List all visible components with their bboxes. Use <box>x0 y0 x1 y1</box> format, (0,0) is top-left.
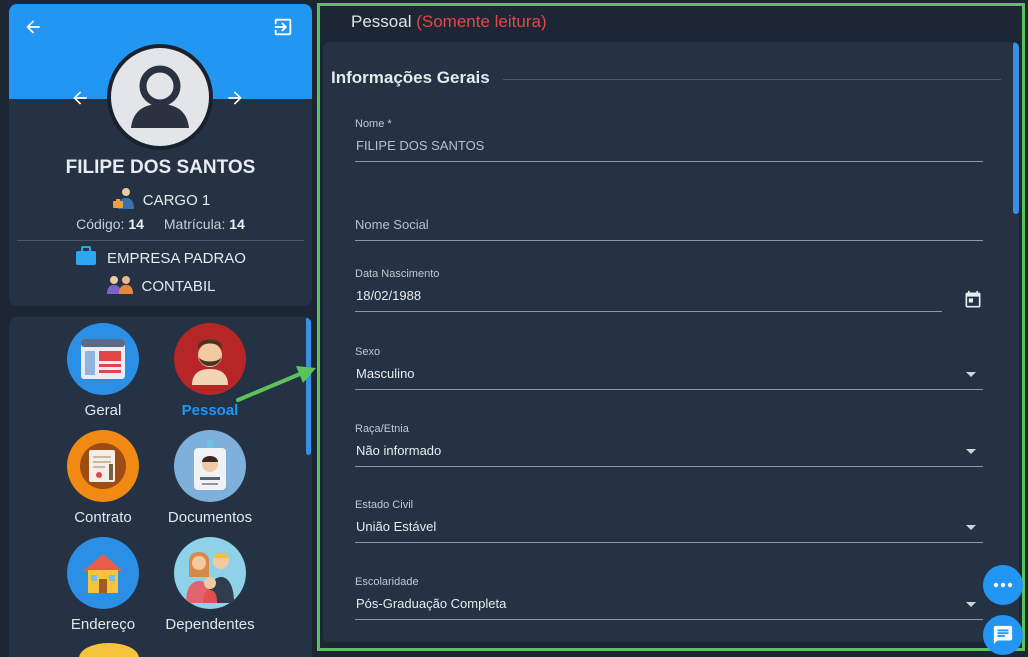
menu-label-geral: Geral <box>84 402 122 419</box>
calendar-icon[interactable] <box>961 288 985 312</box>
escolaridade-select[interactable]: Escolaridade Pós-Graduação Completa <box>355 576 983 620</box>
group-divider <box>503 79 1001 80</box>
nome-label: Nome * <box>355 118 392 130</box>
chat-icon <box>993 625 1013 645</box>
more-dots-icon <box>993 582 1013 588</box>
employee-name: FILIPE DOS SANTOS <box>65 157 256 178</box>
sexo-value: Masculino <box>356 366 415 381</box>
more-options-button[interactable] <box>983 565 1023 605</box>
menu-item-geral[interactable]: Geral <box>43 323 163 419</box>
next-employee-arrow-icon[interactable] <box>221 84 249 112</box>
data-nascimento-value: 18/02/1988 <box>356 288 422 303</box>
nome-social-placeholder: Nome Social <box>355 217 429 232</box>
chevron-down-icon[interactable] <box>966 525 976 530</box>
menu-label-endereco: Endereço <box>70 616 136 633</box>
codigo-field: Código: 14 <box>76 216 144 232</box>
codigo-label: Código: <box>76 216 125 232</box>
form-panel: Informações Gerais Nome * FILIPE DOS SAN… <box>323 42 1019 642</box>
sexo-label: Sexo <box>355 346 381 358</box>
form-scrollbar[interactable] <box>1013 42 1019 214</box>
chevron-down-icon[interactable] <box>966 449 976 454</box>
chevron-down-icon[interactable] <box>966 602 976 607</box>
chat-button[interactable] <box>983 615 1023 655</box>
menu-label-contrato: Contrato <box>74 509 132 526</box>
company-row: EMPRESA PADRAO <box>9 246 312 270</box>
back-arrow-icon[interactable] <box>19 13 47 41</box>
menu-item-documentos[interactable]: Documentos <box>150 430 270 526</box>
section-title: Pessoal (Somente leitura) <box>351 12 547 32</box>
chevron-down-icon[interactable] <box>966 372 976 377</box>
department-name: CONTABIL <box>141 277 216 295</box>
codes-row: Código: 14 Matrícula: 14 <box>9 216 312 232</box>
escolaridade-value: Pós-Graduação Completa <box>356 596 507 611</box>
profile-card: FILIPE DOS SANTOS CARGO 1 Código: 14 Mat… <box>9 4 312 306</box>
menu-label-dependentes: Dependentes <box>165 616 255 633</box>
nome-value: FILIPE DOS SANTOS <box>356 138 485 153</box>
codigo-value: 14 <box>128 216 144 232</box>
escolaridade-label: Escolaridade <box>355 576 419 588</box>
raca-etnia-label: Raça/Etnia <box>355 423 409 435</box>
house-icon <box>67 537 139 609</box>
menu-item-contrato[interactable]: Contrato <box>43 430 163 526</box>
menu-label-documentos: Documentos <box>167 509 253 526</box>
menu-item-endereco[interactable]: Endereço <box>43 537 163 633</box>
cargo-label: CARGO 1 <box>142 191 211 209</box>
family-icon <box>174 537 246 609</box>
menu-item-dependentes[interactable]: Dependentes <box>150 537 270 633</box>
department-row: CONTABIL <box>9 274 312 298</box>
menu-label-pessoal: Pessoal <box>181 402 239 419</box>
company-name: EMPRESA PADRAO <box>107 249 246 267</box>
personal-info-frame: Pessoal (Somente leitura) Informações Ge… <box>317 3 1025 651</box>
matricula-label: Matrícula: <box>163 216 226 232</box>
data-nascimento-field[interactable]: Data Nascimento 18/02/1988 <box>355 268 942 312</box>
estado-civil-label: Estado Civil <box>355 499 414 511</box>
sexo-select[interactable]: Sexo Masculino <box>355 346 983 390</box>
raca-etnia-select[interactable]: Raça/Etnia Não informado <box>355 423 983 467</box>
team-icon <box>106 274 134 298</box>
matricula-field: Matrícula: 14 <box>164 216 245 232</box>
data-nascimento-label: Data Nascimento <box>355 268 440 280</box>
divider <box>17 240 304 241</box>
avatar[interactable] <box>107 44 213 150</box>
avatar-placeholder-icon <box>111 48 209 146</box>
id-badge-icon <box>174 430 246 502</box>
briefcase-icon <box>75 246 97 270</box>
estado-civil-select[interactable]: Estado Civil União Estável <box>355 499 983 543</box>
menu-item-next-partial-icon[interactable] <box>79 643 139 657</box>
contract-icon <box>67 430 139 502</box>
general-info-icon <box>67 323 139 395</box>
logout-icon[interactable] <box>269 13 297 41</box>
estado-civil-value: União Estável <box>356 519 437 534</box>
section-menu: Geral Pessoal Contrato Documentos Endere… <box>9 317 312 657</box>
nome-social-field[interactable]: Nome Social <box>355 197 983 241</box>
menu-item-pessoal[interactable]: Pessoal <box>150 323 270 419</box>
menu-scrollbar[interactable] <box>306 317 311 455</box>
section-title-text: Pessoal <box>351 12 412 31</box>
raca-etnia-value: Não informado <box>356 443 442 458</box>
readonly-tag: (Somente leitura) <box>416 12 547 31</box>
group-title: Informações Gerais <box>331 68 490 87</box>
matricula-value: 14 <box>229 216 245 232</box>
previous-employee-arrow-icon[interactable] <box>66 84 94 112</box>
cargo-row: CARGO 1 <box>9 186 312 214</box>
person-icon <box>174 323 246 395</box>
job-position-icon <box>111 186 137 214</box>
nome-field[interactable]: Nome * FILIPE DOS SANTOS <box>355 118 983 162</box>
